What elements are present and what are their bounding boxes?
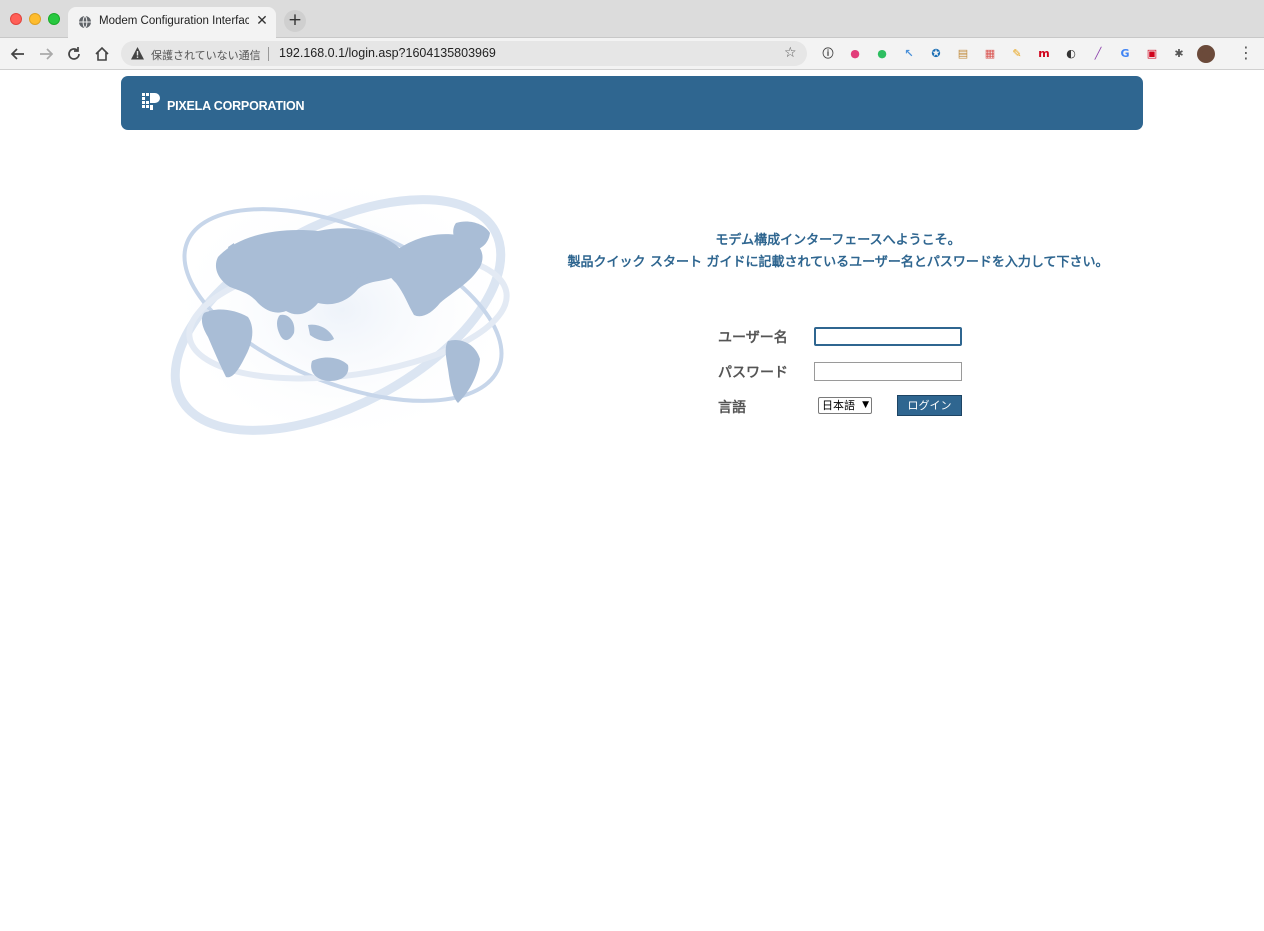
password-label: パスワード <box>718 365 788 381</box>
reload-icon[interactable] <box>64 44 84 64</box>
compass-ext-icon[interactable]: ✪ <box>927 45 945 63</box>
header-banner: PIXELA CORPORATION <box>121 76 1143 130</box>
evernote-ext-icon[interactable]: ● <box>873 45 891 63</box>
home-icon[interactable] <box>92 44 112 64</box>
login-button[interactable]: ログイン <box>897 395 962 416</box>
language-selected-value: 日本語 <box>822 399 855 412</box>
cursor-ext-icon[interactable]: ↖ <box>900 45 918 63</box>
username-input[interactable] <box>814 327 962 346</box>
info-ext-icon[interactable]: ⓘ <box>819 45 837 63</box>
world-map-illustration <box>162 170 522 450</box>
pen-ext-icon[interactable]: ╱ <box>1089 45 1107 63</box>
forward-arrow-icon[interactable] <box>36 44 56 64</box>
close-window-button[interactable] <box>10 13 22 25</box>
minimize-window-button[interactable] <box>29 13 41 25</box>
browser-menu-icon[interactable]: ⋮ <box>1238 44 1254 64</box>
maximize-window-button[interactable] <box>48 13 60 25</box>
back-arrow-icon[interactable] <box>8 44 28 64</box>
company-name: PIXELA CORPORATION <box>167 99 305 113</box>
puzzle-ext-icon[interactable]: ✱ <box>1170 45 1188 63</box>
welcome-line-1: モデム構成インターフェースへようこそ。 <box>715 233 961 248</box>
new-tab-button[interactable]: + <box>284 10 306 32</box>
warning-icon[interactable] <box>130 46 145 61</box>
speedometer-off-ext-icon[interactable]: ◐ <box>1062 45 1080 63</box>
globe-icon <box>79 15 91 29</box>
username-label: ユーザー名 <box>718 330 788 346</box>
password-input[interactable] <box>814 362 962 381</box>
welcome-message: モデム構成インターフェースへようこそ。 製品クイック スタート ガイドに記載され… <box>540 230 1136 274</box>
pixela-logo-icon <box>142 93 160 110</box>
clipboard-ext-icon[interactable]: ▤ <box>954 45 972 63</box>
url-text[interactable]: 192.168.0.1/login.asp?1604135803969 <box>279 46 496 60</box>
chevron-down-icon: ▼ <box>862 400 869 410</box>
language-label: 言語 <box>718 400 746 416</box>
avatar-icon[interactable]: ● <box>1197 45 1215 63</box>
pencil-ext-icon[interactable]: ✎ <box>1008 45 1026 63</box>
window-ext-icon[interactable]: ▣ <box>1143 45 1161 63</box>
browser-toolbar: 保護されていない通信 192.168.0.1/login.asp?1604135… <box>0 38 1264 70</box>
security-label[interactable]: 保護されていない通信 <box>151 47 261 63</box>
close-tab-icon[interactable]: ✕ <box>254 13 270 29</box>
translate-ext-icon[interactable]: G <box>1116 45 1134 63</box>
m-ext-icon[interactable]: m <box>1035 45 1053 63</box>
tab-title: Modem Configuration Interface <box>99 15 249 27</box>
calendar-ext-icon[interactable]: ▦ <box>981 45 999 63</box>
address-bar[interactable]: 保護されていない通信 192.168.0.1/login.asp?1604135… <box>121 41 807 66</box>
browser-titlebar: Modem Configuration Interface ✕ + <box>0 0 1264 38</box>
omnibox-divider <box>268 47 269 61</box>
language-select[interactable]: 日本語 ▼ <box>818 397 872 414</box>
welcome-line-2: 製品クイック スタート ガイドに記載されているユーザー名とパスワードを入力して下… <box>567 255 1109 270</box>
bookmark-star-icon[interactable]: ☆ <box>784 45 797 61</box>
color-wheel-ext-icon[interactable]: ● <box>846 45 864 63</box>
browser-tab[interactable]: Modem Configuration Interface ✕ <box>68 7 276 38</box>
